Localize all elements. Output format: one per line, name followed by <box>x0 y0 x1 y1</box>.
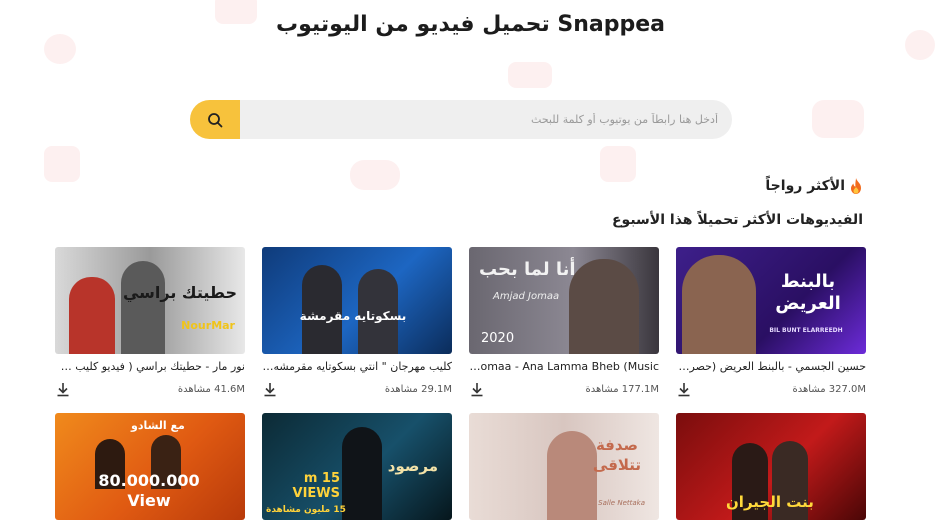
background-decoration <box>508 62 552 88</box>
video-thumbnail[interactable]: 15 m VIEWS مرصود 15 مليون مشاهدة <box>262 413 452 520</box>
video-thumbnail[interactable]: أنا لما بحب Amjad Jomaa 2020 <box>469 247 659 354</box>
video-card[interactable]: صدفة تتلاقى Salle Nettaka <box>469 413 659 520</box>
trending-heading-label: الأكثر رواجاً <box>765 178 845 194</box>
video-card[interactable]: بسكوتايه مقرمشة كليب مهرجان " انتي بسكوت… <box>262 247 452 397</box>
video-card[interactable]: مع الشادو 80.000.000 View <box>55 413 245 520</box>
thumbnail-caption: حطيتك براسي <box>122 283 237 302</box>
thumbnail-views-badge: 15 m VIEWS <box>292 471 340 501</box>
thumbnail-signature: Amjad Jomaa <box>493 291 560 302</box>
thumbnail-person <box>69 277 115 354</box>
search-button[interactable] <box>190 100 240 139</box>
video-card[interactable]: بنت الجيران <box>676 413 866 520</box>
thumbnail-caption: بسكوتايه مقرمشة <box>299 309 407 323</box>
view-count: 29.1M مشاهدة <box>384 383 452 395</box>
thumbnail-subcaption: 15 مليون مشاهدة <box>266 505 346 515</box>
download-icon[interactable] <box>469 381 485 397</box>
search-icon <box>208 112 223 127</box>
view-count: 327.0M مشاهدة <box>792 383 866 395</box>
video-card[interactable]: 15 m VIEWS مرصود 15 مليون مشاهدة <box>262 413 452 520</box>
video-thumbnail[interactable]: بسكوتايه مقرمشة <box>262 247 452 354</box>
background-decoration <box>350 160 400 190</box>
thumbnail-caption: صدفة تتلاقى <box>592 436 642 474</box>
thumbnail-subcaption: Salle Nettaka <box>598 499 645 507</box>
thumbnail-caption: 80.000.000 View <box>98 471 200 510</box>
video-title[interactable]: Amjad Jomaa - Ana Lamma Bheb (Music... <box>469 360 659 373</box>
video-thumbnail[interactable]: مع الشادو 80.000.000 View <box>55 413 245 520</box>
thumbnail-person <box>121 261 165 354</box>
view-count: 177.1M مشاهدة <box>585 383 659 395</box>
video-thumbnail[interactable]: صدفة تتلاقى Salle Nettaka <box>469 413 659 520</box>
thumbnail-caption: بنت الجيران <box>726 493 814 511</box>
video-card[interactable]: حطيتك براسي NourMar نور مار - حطيتك براس… <box>55 247 245 397</box>
thumbnail-person <box>569 259 639 354</box>
background-decoration <box>44 146 80 182</box>
thumbnail-subcaption: BIL BUNT ELARREEDH <box>769 327 843 334</box>
page-title: تحميل فيديو من اليوتيوب Snappea <box>275 12 666 37</box>
trending-heading: الأكثر رواجاً <box>765 178 863 194</box>
fire-icon <box>851 178 861 194</box>
video-card[interactable]: بالبنط العريض BIL BUNT ELARREEDH حسين ال… <box>676 247 866 397</box>
thumbnail-subcaption: NourMar <box>181 319 235 332</box>
video-title[interactable]: نور مار - حطيتك براسي ( فيديو كليب حصري … <box>55 360 245 373</box>
video-thumbnail[interactable]: بالبنط العريض BIL BUNT ELARREEDH <box>676 247 866 354</box>
search-input[interactable] <box>240 100 732 139</box>
video-thumbnail[interactable]: حطيتك براسي NourMar <box>55 247 245 354</box>
view-count: 41.6M مشاهدة <box>177 383 245 395</box>
background-decoration <box>44 34 76 64</box>
thumbnail-caption: مرصود <box>387 457 438 475</box>
background-decoration <box>600 146 636 182</box>
thumbnail-person <box>342 427 382 520</box>
download-icon[interactable] <box>55 381 71 397</box>
thumbnail-year: 2020 <box>481 331 515 346</box>
video-card[interactable]: أنا لما بحب Amjad Jomaa 2020 Amjad Jomaa… <box>469 247 659 397</box>
download-icon[interactable] <box>676 381 692 397</box>
download-icon[interactable] <box>262 381 278 397</box>
search-bar <box>190 100 732 139</box>
video-title[interactable]: حسين الجسمي - بالبنط العريض (حصرياً) | 2… <box>676 360 866 373</box>
video-title[interactable]: كليب مهرجان " انتي بسكوتايه مقرمشه " حسن… <box>262 360 452 373</box>
background-decoration <box>812 100 864 138</box>
thumbnail-person <box>682 255 756 354</box>
video-thumbnail[interactable]: بنت الجيران <box>676 413 866 520</box>
thumbnail-caption: بالبنط العريض <box>775 271 841 314</box>
weekly-top-heading: الفيديوهات الأكثر تحميلاً هذا الأسبوع <box>611 212 863 228</box>
thumbnail-caption: أنا لما بحب <box>479 259 576 280</box>
thumbnail-subcaption: مع الشادو <box>131 419 185 432</box>
